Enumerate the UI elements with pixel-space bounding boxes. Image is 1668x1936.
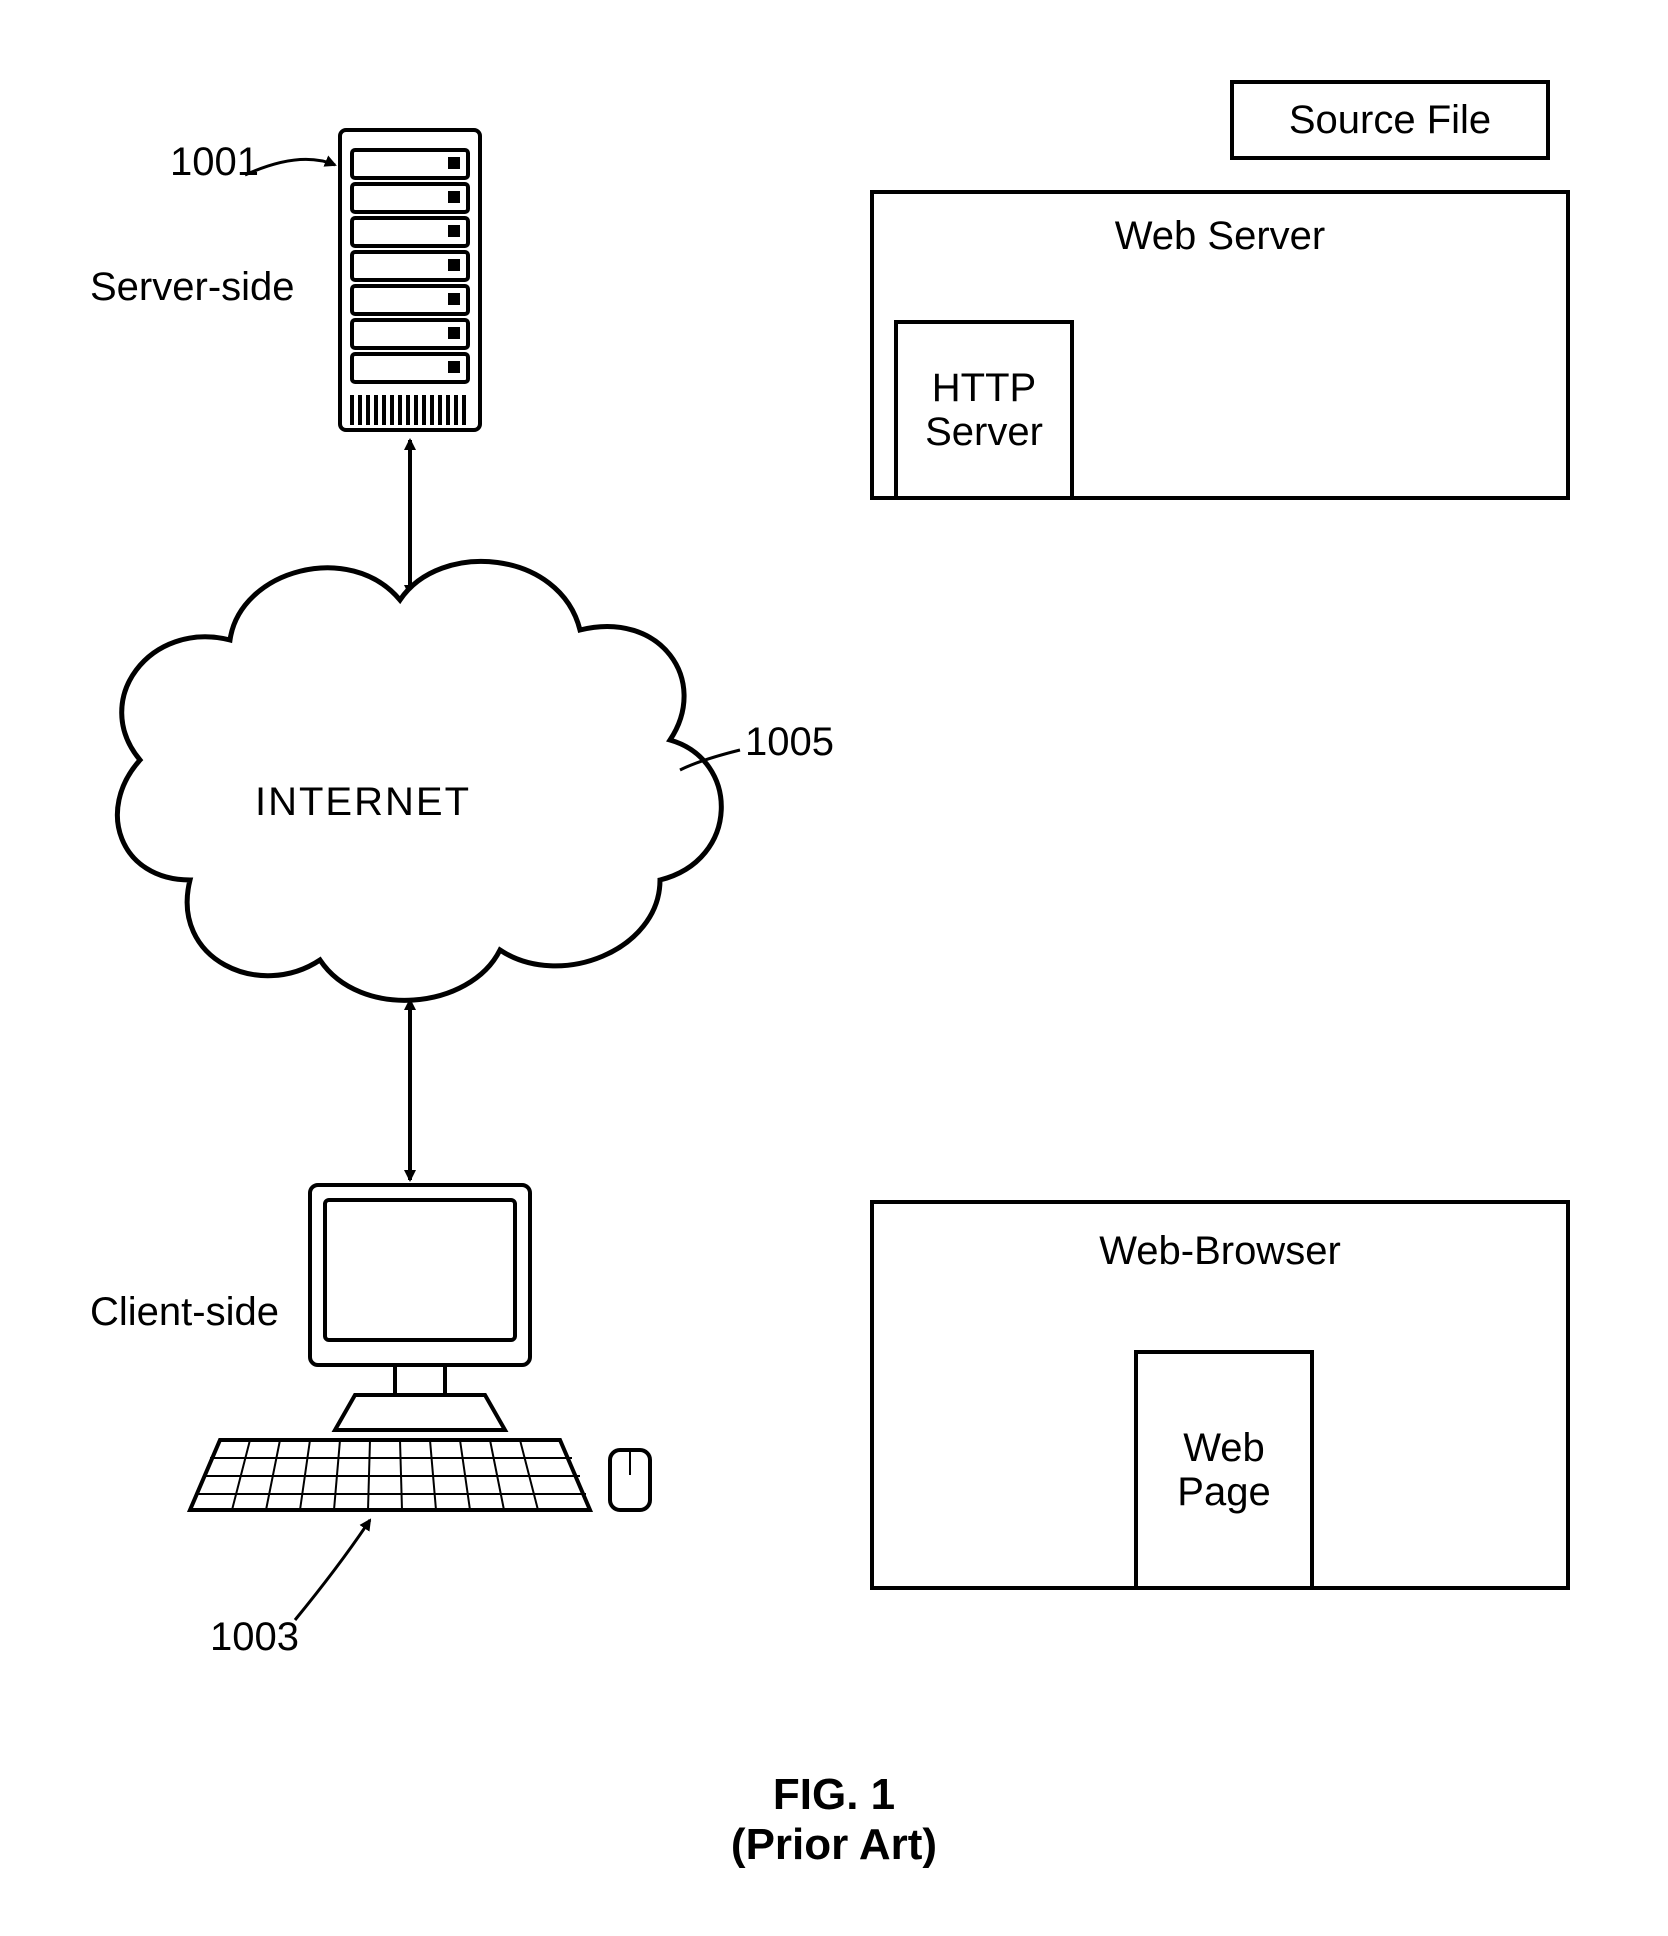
figure-title: FIG. 1 (Prior Art) (0, 1770, 1668, 1870)
http-server-label: HTTP Server (925, 366, 1043, 454)
diagram-canvas: 1001 Server-side INTERNET 1005 Client-si… (0, 0, 1668, 1936)
server-rack-icon (340, 130, 480, 430)
web-browser-label: Web-Browser (874, 1229, 1566, 1274)
web-server-box: Web Server HTTP Server (870, 190, 1570, 500)
ref-1005-label: 1005 (745, 720, 834, 765)
web-browser-box: Web-Browser Web Page (870, 1200, 1570, 1590)
client-pc-icon (190, 1185, 650, 1510)
server-side-label: Server-side (90, 265, 295, 310)
source-file-box: Source File (1230, 80, 1550, 160)
web-page-label: Web Page (1177, 1426, 1270, 1514)
internet-label: INTERNET (255, 780, 471, 825)
ref-1001-label: 1001 (170, 140, 259, 185)
web-server-label: Web Server (874, 214, 1566, 259)
source-file-label: Source File (1289, 98, 1491, 143)
web-page-box: Web Page (1134, 1350, 1314, 1590)
ref-1003-label: 1003 (210, 1615, 299, 1660)
http-server-box: HTTP Server (894, 320, 1074, 500)
client-side-label: Client-side (90, 1290, 279, 1335)
